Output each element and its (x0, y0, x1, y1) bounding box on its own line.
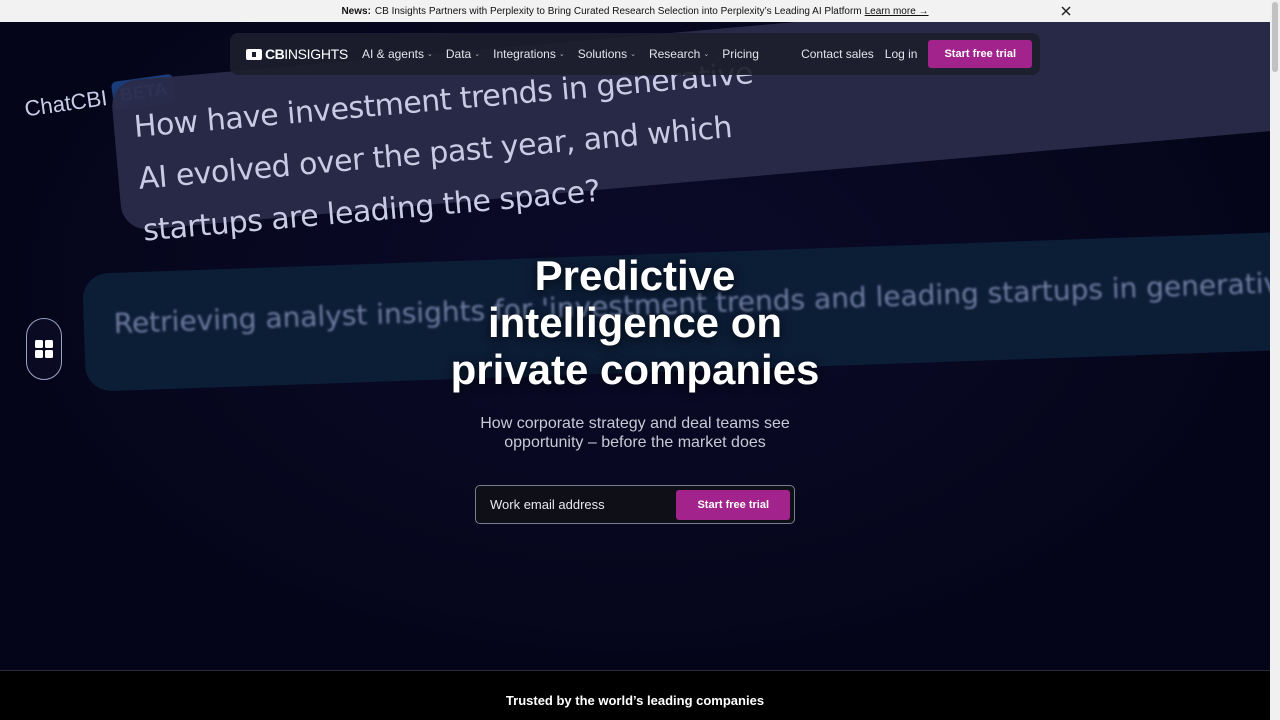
subhead-line: opportunity – before the market does (504, 434, 766, 451)
contact-sales-link[interactable]: Contact sales (801, 47, 874, 61)
page-title: Predictive intelligence on private compa… (0, 252, 1270, 393)
chevron-down-icon: ⌄ (558, 51, 565, 58)
trusted-by-section: Trusted by the world’s leading companies (0, 670, 1270, 720)
start-free-trial-button[interactable]: Start free trial (928, 40, 1032, 68)
news-label: News: (341, 5, 371, 17)
chatcbi-label: ChatCBI (22, 84, 109, 121)
headline-line: Predictive (534, 252, 736, 299)
chevron-down-icon: ⌄ (630, 51, 636, 58)
chevron-down-icon: ⌄ (474, 51, 481, 58)
nav-item-research[interactable]: Research ⌄ (649, 47, 709, 61)
nav-item-solutions[interactable]: Solutions ⌄ (578, 47, 636, 61)
hero-subheading: How corporate strategy and deal teams se… (0, 414, 1270, 452)
subhead-line: How corporate strategy and deal teams se… (480, 415, 790, 432)
nav-item-label: Solutions (577, 47, 628, 61)
scrollbar-thumb[interactable] (1272, 2, 1278, 72)
nav-item-label: Data (445, 47, 472, 61)
headline-line: intelligence on (487, 299, 783, 346)
nav-item-label: Integrations (493, 47, 556, 61)
headline-line: private companies (450, 346, 820, 393)
email-field[interactable] (490, 497, 677, 512)
nav-item-integrations[interactable]: Integrations ⌄ (493, 47, 565, 61)
nav-item-label: Pricing (722, 47, 759, 61)
announcement-bar: News: CB Insights Partners with Perplexi… (0, 0, 1270, 22)
nav-right: Contact sales Log in Start free trial (801, 40, 1032, 68)
trusted-by-heading: Trusted by the world’s leading companies (505, 693, 765, 708)
cbinsights-logo[interactable]: CB INSIGHTS (246, 46, 348, 62)
brand-cb-text: CB (265, 46, 285, 62)
nav-item-data[interactable]: Data ⌄ (446, 47, 480, 61)
news-text: CB Insights Partners with Perplexity to … (374, 5, 862, 17)
learn-more-link[interactable]: Learn more → (865, 6, 929, 17)
login-link[interactable]: Log in (885, 47, 918, 61)
chevron-down-icon: ⌄ (427, 51, 433, 58)
prompt-text: How have investment trends in generative… (132, 56, 755, 249)
signup-form: Start free trial (475, 485, 795, 524)
cbinsights-logo-icon (246, 48, 262, 60)
hero-start-free-trial-button[interactable]: Start free trial (676, 489, 790, 520)
scrollbar[interactable] (1270, 0, 1280, 720)
nav-item-label: Research (648, 47, 701, 61)
main-nav: CB INSIGHTS AI & agents ⌄ Data ⌄ Integra… (230, 33, 1040, 75)
nav-item-label: AI & agents (361, 47, 424, 61)
nav-item-pricing[interactable]: Pricing (722, 47, 759, 61)
brand-insights-text: INSIGHTS (284, 46, 348, 62)
chevron-down-icon: ⌄ (703, 51, 710, 58)
nav-item-ai-agents[interactable]: AI & agents ⌄ (362, 47, 433, 61)
close-icon[interactable] (1058, 3, 1074, 19)
